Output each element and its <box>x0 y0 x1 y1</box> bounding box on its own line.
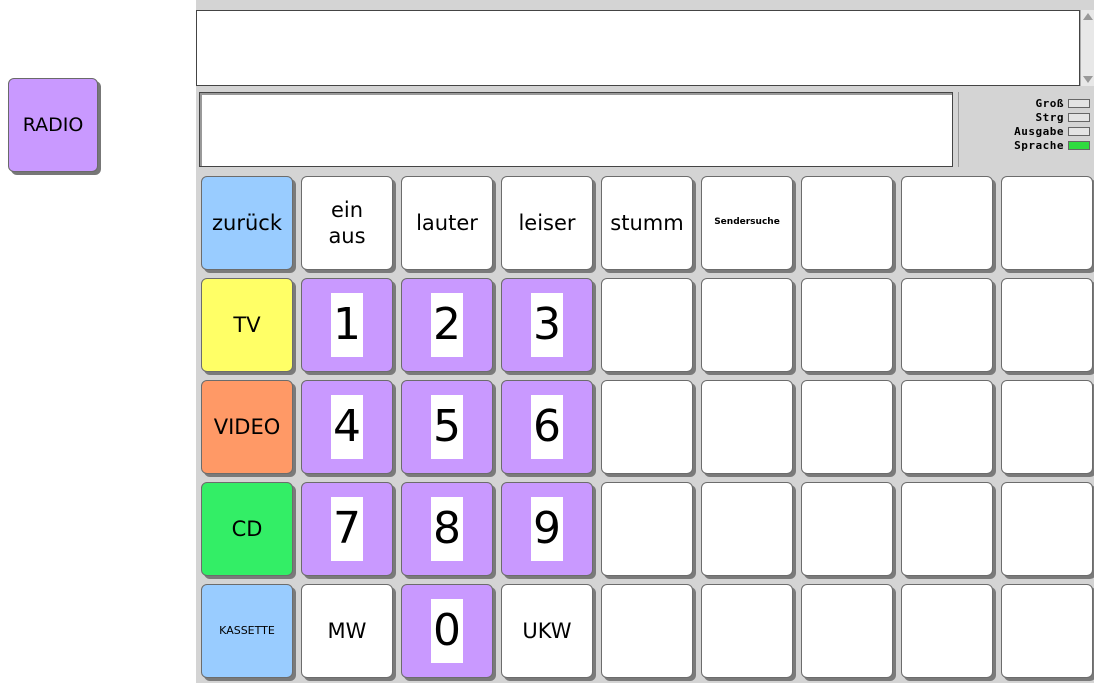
status-led-icon <box>1068 126 1090 136</box>
key-empty[interactable] <box>601 584 693 678</box>
key-digit-label: 9 <box>531 497 563 561</box>
key-empty[interactable] <box>801 584 893 678</box>
key-video[interactable]: VIDEO <box>201 380 293 474</box>
key-empty[interactable] <box>1001 482 1093 576</box>
key-empty[interactable] <box>701 380 793 474</box>
key-empty[interactable] <box>901 584 993 678</box>
key-empty[interactable] <box>701 584 793 678</box>
key-empty[interactable] <box>901 380 993 474</box>
key-digit-label: 0 <box>431 599 463 663</box>
scroll-down-icon[interactable] <box>1083 76 1093 83</box>
key-digit-label: 7 <box>331 497 363 561</box>
key-digit-5[interactable]: 5 <box>401 380 493 474</box>
key-empty[interactable] <box>1001 278 1093 372</box>
key-mw[interactable]: MW <box>301 584 393 678</box>
key-empty[interactable] <box>801 482 893 576</box>
status-strg: Strg <box>959 110 1090 124</box>
key-empty[interactable] <box>901 482 993 576</box>
scrollbar[interactable] <box>1080 10 1094 86</box>
key-lauter[interactable]: lauter <box>401 176 493 270</box>
status-indicators: Groß Strg Ausgabe Sprache <box>958 92 1094 167</box>
key-tv[interactable]: TV <box>201 278 293 372</box>
key-digit-label: 4 <box>331 395 363 459</box>
key-digit-6[interactable]: 6 <box>501 380 593 474</box>
key-empty[interactable] <box>801 176 893 270</box>
key-cd[interactable]: CD <box>201 482 293 576</box>
key-empty[interactable] <box>701 278 793 372</box>
scroll-up-icon[interactable] <box>1083 13 1093 20</box>
key-digit-8[interactable]: 8 <box>401 482 493 576</box>
input-field[interactable] <box>199 92 953 167</box>
key-sendersuche[interactable]: Sendersuche <box>701 176 793 270</box>
key-digit-label: 5 <box>431 395 463 459</box>
key-digit-0[interactable]: 0 <box>401 584 493 678</box>
status-sprache: Sprache <box>959 138 1090 152</box>
status-led-icon <box>1068 98 1090 108</box>
key-empty[interactable] <box>901 278 993 372</box>
key-kassette[interactable]: KASSETTE <box>201 584 293 678</box>
key-empty[interactable] <box>901 176 993 270</box>
key-empty[interactable] <box>801 380 893 474</box>
key-digit-3[interactable]: 3 <box>501 278 593 372</box>
key-digit-4[interactable]: 4 <box>301 380 393 474</box>
key-digit-2[interactable]: 2 <box>401 278 493 372</box>
key-digit-1[interactable]: 1 <box>301 278 393 372</box>
key-ukw[interactable]: UKW <box>501 584 593 678</box>
status-label: Strg <box>1035 110 1064 124</box>
key-digit-label: 1 <box>331 293 363 357</box>
key-digit-9[interactable]: 9 <box>501 482 593 576</box>
key-empty[interactable] <box>1001 380 1093 474</box>
key-empty[interactable] <box>1001 584 1093 678</box>
status-ausgabe: Ausgabe <box>959 124 1090 138</box>
status-label: Groß <box>1035 96 1064 110</box>
status-label: Ausgabe <box>1014 124 1064 138</box>
key-digit-label: 3 <box>531 293 563 357</box>
status-gross: Groß <box>959 96 1090 110</box>
key-stumm[interactable]: stumm <box>601 176 693 270</box>
output-text-area[interactable] <box>196 10 1080 86</box>
key-ein-aus[interactable]: ein aus <box>301 176 393 270</box>
key-digit-7[interactable]: 7 <box>301 482 393 576</box>
key-empty[interactable] <box>601 278 693 372</box>
key-empty[interactable] <box>701 482 793 576</box>
key-zurueck[interactable]: zurück <box>201 176 293 270</box>
key-empty[interactable] <box>801 278 893 372</box>
key-digit-label: 6 <box>531 395 563 459</box>
key-leiser[interactable]: leiser <box>501 176 593 270</box>
radio-button[interactable]: RADIO <box>8 78 98 172</box>
key-grid: zurück ein aus lauter leiser stumm Sendersuch… <box>201 176 1093 678</box>
key-empty[interactable] <box>601 380 693 474</box>
status-led-icon <box>1068 112 1090 122</box>
status-label: Sprache <box>1014 138 1064 152</box>
key-empty[interactable] <box>601 482 693 576</box>
key-empty[interactable] <box>1001 176 1093 270</box>
status-led-icon <box>1068 140 1090 150</box>
key-digit-label: 8 <box>431 497 463 561</box>
key-digit-label: 2 <box>431 293 463 357</box>
keyboard-panel: Groß Strg Ausgabe Sprache zurück ein aus laut… <box>196 0 1094 683</box>
